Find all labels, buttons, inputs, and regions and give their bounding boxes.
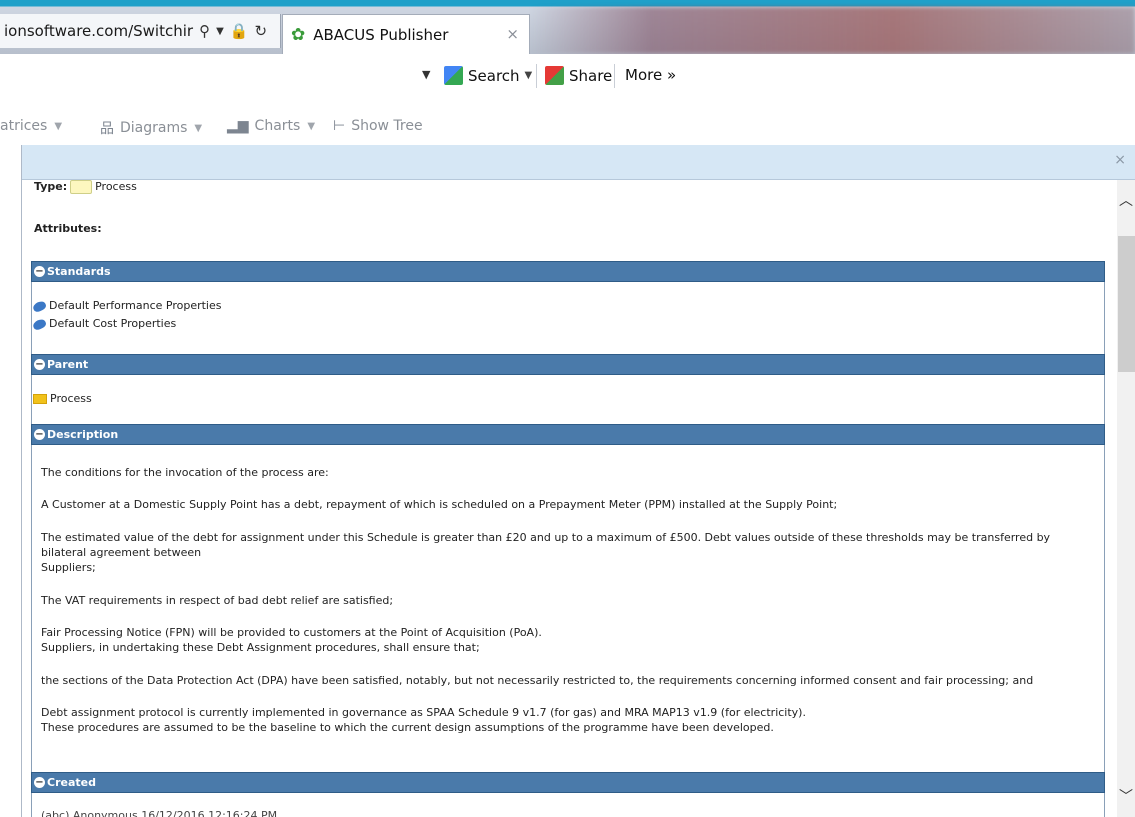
description-title: Description [47,428,119,441]
description-line: The VAT requirements in respect of bad d… [41,594,394,607]
diagram-icon: 品 [100,121,114,137]
dropdown-icon[interactable]: ▼ [216,26,224,37]
chevron-down-icon: ▼ [307,120,316,132]
chart-icon: ▂▆ [227,118,249,134]
dialog-title-bar[interactable]: × [22,145,1135,180]
search-icon[interactable]: ⚲ [199,22,210,40]
created-section-header[interactable]: − Created [31,772,1105,793]
search-button[interactable]: Search ▼ [444,66,532,85]
lock-icon[interactable]: 🔒 [230,22,249,40]
scroll-down-icon[interactable]: ﹀ [1119,786,1133,806]
description-line: Suppliers, in undertaking these Debt Ass… [41,641,480,654]
tab-title: ABACUS Publisher [313,25,449,44]
description-line: The estimated value of the debt for assi… [41,531,1051,544]
share-label: Share [569,66,613,85]
collapse-icon[interactable]: − [34,777,45,788]
app-toolbar: atrices ▼ 品 Diagrams ▼ ▂▆ Charts ▼ ⊢ Sho… [0,98,1135,144]
standard-item-label: Default Performance Properties [49,299,222,312]
address-bar[interactable]: ionsoftware.com/Switchir ⚲ ▼ 🔒 ↻ [0,14,281,48]
dialog-scrollbar[interactable]: ︿ ﹀ [1117,180,1135,817]
toolbar-charts[interactable]: ▂▆ Charts ▼ [227,118,315,134]
parent-item-label: Process [50,392,92,405]
toolbar-charts-label: Charts [254,118,301,134]
standards-title: Standards [47,265,111,278]
standards-section-body: Default Performance Properties Default C… [31,282,1105,354]
description-line: A Customer at a Domestic Supply Point ha… [41,498,838,511]
refresh-icon[interactable]: ↻ [254,22,267,40]
details-dialog: × Type: Process Attributes: − Standards D… [21,145,1135,817]
parent-title: Parent [47,358,89,371]
description-line: The conditions for the invocation of the… [41,466,329,479]
description-line: Suppliers; [41,561,96,574]
search-label: Search [468,66,520,85]
chevron-down-icon: ▼ [194,122,203,134]
toolbar-show-tree[interactable]: ⊢ Show Tree [333,118,423,134]
tree-icon: ⊢ [333,118,346,134]
description-line: the sections of the Data Protection Act … [41,674,1034,687]
type-label: Type: [34,180,68,193]
abacus-favicon-icon: ✿ [291,24,306,45]
toolbar-show-tree-label: Show Tree [351,118,423,134]
tab-abacus-publisher[interactable]: ✿ ABACUS Publisher × [282,14,530,54]
google-search-icon [444,66,463,85]
browser-tab-strip: ionsoftware.com/Switchir ⚲ ▼ 🔒 ↻ ✿ ABACU… [0,0,1135,54]
toolbar-matrices-label: atrices [0,118,48,134]
list-item[interactable]: Default Performance Properties [31,299,222,313]
list-item[interactable]: Default Cost Properties [31,317,177,331]
standard-item-label: Default Cost Properties [49,317,177,330]
toolbar-matrices[interactable]: atrices ▼ [0,118,62,134]
description-section-header[interactable]: − Description [31,424,1105,445]
toolbar-diagrams-label: Diagrams [120,120,188,136]
blurred-tab-area [530,7,1135,54]
collapse-icon[interactable]: − [34,266,45,277]
created-text: (abc) Anonymous 16/12/2016 12:16:24 PM [41,809,278,817]
parent-section-header[interactable]: − Parent [31,354,1105,375]
close-icon[interactable]: × [1114,152,1126,168]
google-share-icon [545,66,564,85]
created-section-body: (abc) Anonymous 16/12/2016 12:16:24 PM [31,793,1105,817]
description-line: Fair Processing Notice (FPN) will be pro… [41,626,542,639]
description-line: These procedures are assumed to be the b… [41,721,774,734]
standard-book-icon [31,317,48,331]
folder-icon [33,394,47,404]
share-button[interactable]: Share [545,66,612,85]
toolbar-diagrams[interactable]: 品 Diagrams ▼ [100,118,202,138]
scrollbar-thumb[interactable] [1118,236,1135,372]
standard-book-icon [31,299,48,313]
separator [536,64,537,88]
chevron-down-icon: ▼ [524,70,533,81]
created-title: Created [47,776,96,789]
description-line: Debt assignment protocol is currently im… [41,706,806,719]
address-url[interactable]: ionsoftware.com/Switchir [0,22,193,40]
tab-close-icon[interactable]: × [506,25,519,43]
separator [614,64,615,88]
collapse-icon[interactable]: − [34,429,45,440]
description-line: bilateral agreement between [41,546,202,559]
more-button[interactable]: More » [625,66,676,84]
scroll-up-icon[interactable]: ︿ [1119,190,1133,210]
parent-section-body: Process [31,375,1105,424]
chevron-down-icon: ▼ [54,120,63,132]
standards-section-header[interactable]: − Standards [31,261,1105,282]
browser-command-bar: ▼ Search ▼ Share More » [0,54,1135,99]
type-row: Type: Process [34,180,137,194]
collapse-icon[interactable]: − [34,359,45,370]
attributes-label: Attributes: [34,222,102,235]
process-color-swatch [70,180,93,194]
type-value: Process [95,180,137,193]
dialog-body: Type: Process Attributes: − Standards Def… [22,180,1117,817]
list-item[interactable]: Process [33,392,92,405]
address-dropdown-icon[interactable]: ▼ [422,68,430,81]
